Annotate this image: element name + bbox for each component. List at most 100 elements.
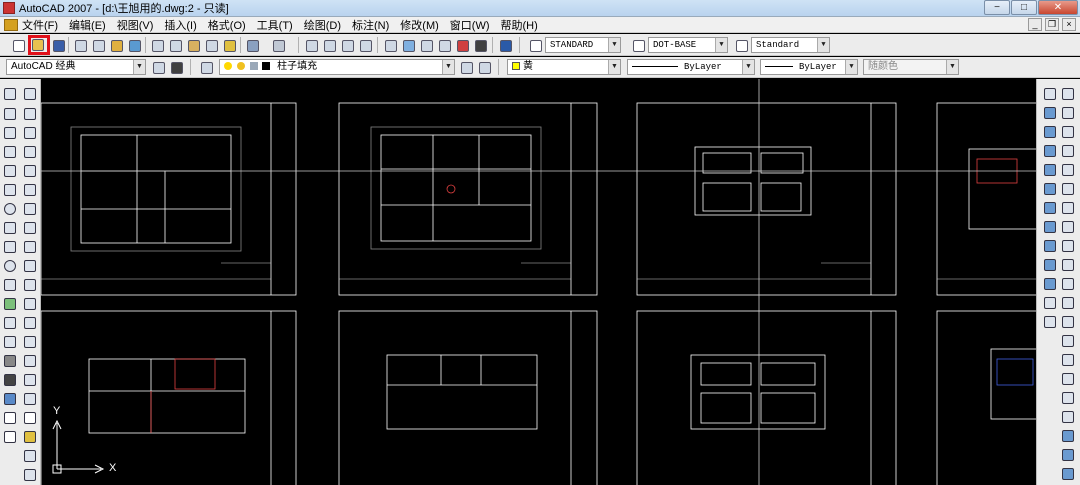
copy-icon[interactable] — [167, 37, 183, 53]
paste-icon[interactable] — [185, 37, 201, 53]
layer-unisolate-icon[interactable] — [1061, 467, 1075, 481]
ellipse-icon[interactable] — [3, 259, 17, 273]
spline-icon[interactable] — [3, 240, 17, 254]
menu-edit[interactable]: 编辑(E) — [69, 17, 106, 33]
undo-icon[interactable] — [244, 37, 260, 53]
layer-previous-icon[interactable] — [476, 59, 492, 75]
menu-window[interactable]: 窗口(W) — [450, 17, 490, 33]
menu-insert[interactable]: 插入(I) — [164, 17, 196, 33]
center-mark-icon[interactable] — [1061, 353, 1075, 367]
block-editor-icon[interactable] — [221, 37, 237, 53]
sw-isometric-icon[interactable] — [1043, 201, 1057, 215]
dim-edit-icon[interactable] — [1061, 372, 1075, 386]
3d-dwf-icon[interactable] — [126, 37, 142, 53]
help-icon[interactable] — [497, 37, 513, 53]
trim-icon[interactable] — [23, 259, 37, 273]
dim-aligned-icon[interactable] — [1061, 125, 1075, 139]
dim-angular-icon[interactable] — [1061, 239, 1075, 253]
render-icon[interactable] — [1043, 296, 1057, 310]
insert-block-icon[interactable] — [3, 297, 17, 311]
autocad-app-icon[interactable] — [3, 2, 15, 14]
arc-icon[interactable] — [3, 183, 17, 197]
menu-dimension[interactable]: 标注(N) — [352, 17, 389, 33]
my-workspace-icon[interactable] — [168, 59, 184, 75]
tolerance-icon[interactable] — [1061, 334, 1075, 348]
dim-ordinate-icon[interactable] — [1061, 163, 1075, 177]
sheet-set-icon[interactable] — [436, 37, 452, 53]
save-icon[interactable] — [50, 37, 66, 53]
workspace-dropdown[interactable]: AutoCAD 经典 ▼ — [6, 59, 146, 75]
dim-style-dropdown[interactable]: DOT-BASE ▼ — [648, 37, 728, 53]
dim-style-icon[interactable] — [630, 37, 646, 53]
linetype-dropdown[interactable]: ByLayer ▼ — [627, 59, 755, 75]
chamfer-icon[interactable] — [23, 335, 37, 349]
quickcalc-icon[interactable] — [472, 37, 488, 53]
extend-icon[interactable] — [23, 278, 37, 292]
markup-set-icon[interactable] — [454, 37, 470, 53]
text-style-icon[interactable] — [527, 37, 543, 53]
lineweight-dropdown[interactable]: ByLayer ▼ — [760, 59, 858, 75]
dim-radius-icon[interactable] — [1061, 182, 1075, 196]
dimension-icon[interactable] — [23, 449, 37, 463]
layer-dropdown[interactable]: 柱子填充 ▼ — [219, 59, 455, 75]
menu-view[interactable]: 视图(V) — [117, 17, 154, 33]
dim-arc-length-icon[interactable] — [1061, 144, 1075, 158]
layer-isolate-icon[interactable] — [1061, 448, 1075, 462]
move-icon[interactable] — [23, 183, 37, 197]
menu-modify[interactable]: 修改(M) — [400, 17, 439, 33]
dim-update-icon[interactable] — [1061, 410, 1075, 424]
match-properties-icon[interactable] — [203, 37, 219, 53]
text-icon[interactable] — [23, 411, 37, 425]
rectangle-icon[interactable] — [3, 164, 17, 178]
rotate-icon[interactable] — [23, 202, 37, 216]
hatch-icon[interactable] — [3, 354, 17, 368]
point-icon[interactable] — [3, 335, 17, 349]
doc-minimize-button[interactable]: _ — [1028, 18, 1042, 31]
multiline-text-icon[interactable] — [3, 430, 17, 444]
close-button[interactable]: ✕ — [1038, 0, 1078, 15]
layer-walk-icon[interactable] — [1061, 429, 1075, 443]
text-style-dropdown[interactable]: STANDARD ▼ — [545, 37, 621, 53]
make-block-icon[interactable] — [3, 316, 17, 330]
menu-help[interactable]: 帮助(H) — [501, 17, 538, 33]
dim-diameter-icon[interactable] — [1061, 220, 1075, 234]
fillet-icon[interactable] — [23, 354, 37, 368]
cut-icon[interactable] — [149, 37, 165, 53]
menu-file[interactable]: 文件(F) — [22, 17, 58, 33]
minimize-button[interactable]: − — [984, 0, 1010, 15]
plot-preview-icon[interactable] — [90, 37, 106, 53]
tool-palettes-icon[interactable] — [418, 37, 434, 53]
erase-icon[interactable] — [23, 87, 37, 101]
polygon-icon[interactable] — [3, 145, 17, 159]
table-style-icon[interactable] — [733, 37, 749, 53]
drawing-canvas[interactable]: X Y — [41, 79, 1036, 485]
make-object-layer-current-icon[interactable] — [458, 59, 474, 75]
pen-edit-icon[interactable] — [23, 430, 37, 444]
dim-text-edit-icon[interactable] — [1061, 391, 1075, 405]
maximize-button[interactable]: □ — [1011, 0, 1037, 15]
menu-format[interactable]: 格式(O) — [208, 17, 246, 33]
nw-isometric-icon[interactable] — [1043, 258, 1057, 272]
doc-restore-button[interactable]: ❐ — [1045, 18, 1059, 31]
offset-icon[interactable] — [23, 145, 37, 159]
pan-icon[interactable] — [303, 37, 319, 53]
table-style-dropdown[interactable]: Standard ▼ — [751, 37, 830, 53]
open-file-icon[interactable] — [28, 35, 50, 55]
menu-tools[interactable]: 工具(T) — [257, 17, 293, 33]
dim-jogged-icon[interactable] — [1061, 201, 1075, 215]
view-bottom-icon[interactable] — [1043, 106, 1057, 120]
circle-icon[interactable] — [3, 202, 17, 216]
line-icon[interactable] — [3, 87, 17, 101]
print-icon[interactable] — [72, 37, 88, 53]
view-front-icon[interactable] — [1043, 163, 1057, 177]
object-snap-icon[interactable] — [23, 392, 37, 406]
view-back-icon[interactable] — [1043, 182, 1057, 196]
dim-baseline-icon[interactable] — [1061, 277, 1075, 291]
zoom-previous-icon[interactable] — [357, 37, 373, 53]
polyline-icon[interactable] — [3, 126, 17, 140]
layer-properties-icon[interactable] — [198, 59, 214, 75]
table-icon[interactable] — [3, 411, 17, 425]
document-icon[interactable] — [4, 18, 18, 31]
view-top-icon[interactable] — [1043, 87, 1057, 101]
color-dropdown[interactable]: 黄 ▼ — [507, 59, 621, 75]
